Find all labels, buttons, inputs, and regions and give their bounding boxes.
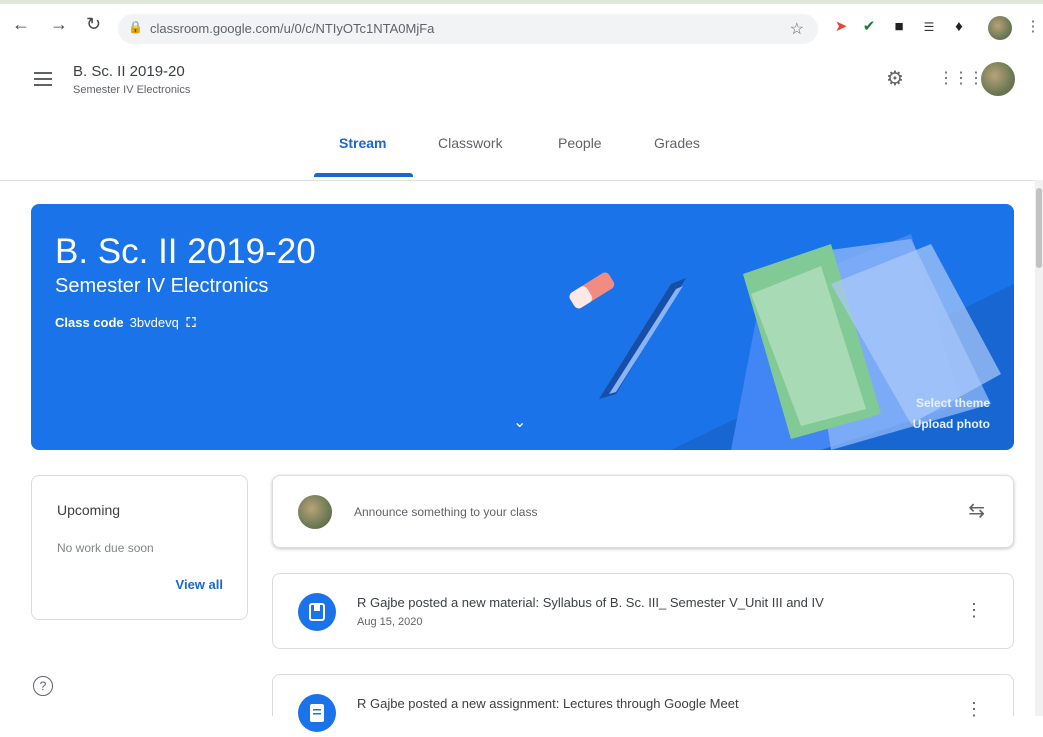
material-icon	[298, 593, 336, 631]
more-options-icon[interactable]: ⋮	[965, 699, 983, 720]
banner-title: B. Sc. II 2019-20	[55, 232, 316, 271]
user-avatar	[298, 495, 332, 529]
help-icon[interactable]: ?	[33, 676, 53, 696]
announce-box[interactable]: Announce something to your class ⇆	[272, 475, 1014, 548]
menu-icon[interactable]	[34, 72, 52, 90]
class-code: Class code 3bvdevq ⛶	[55, 315, 196, 331]
puzzle-icon[interactable]: ♦	[950, 18, 968, 36]
active-tab-indicator	[314, 173, 413, 177]
check-extension-icon[interactable]: ✔	[860, 18, 878, 36]
chevron-down-icon[interactable]: ⌄	[513, 412, 526, 432]
select-theme-link[interactable]: Select theme	[916, 396, 990, 410]
page-scrollbar[interactable]	[1035, 180, 1043, 716]
class-subtitle: Semester IV Electronics	[73, 84, 191, 96]
extension-icon[interactable]: ➤	[832, 18, 850, 36]
assignment-icon	[298, 694, 336, 732]
post-date: Aug 15, 2020	[357, 616, 423, 628]
back-icon[interactable]: ←	[12, 14, 30, 35]
view-all-link[interactable]: View all	[176, 577, 223, 592]
tab-stream[interactable]: Stream	[339, 135, 386, 151]
upcoming-text: No work due soon	[57, 541, 154, 555]
class-banner: B. Sc. II 2019-20 Semester IV Electronic…	[31, 204, 1014, 450]
account-avatar[interactable]	[981, 62, 1015, 96]
browser-toolbar: ← → ↻ 🔒 classroom.google.com/u/0/c/NTIyO…	[0, 0, 1043, 46]
tab-people[interactable]: People	[558, 135, 602, 151]
more-options-icon[interactable]: ⋮	[965, 600, 983, 621]
class-code-value: 3bvdevq	[129, 315, 179, 330]
gear-icon[interactable]: ⚙	[886, 66, 904, 91]
class-title[interactable]: B. Sc. II 2019-20	[73, 63, 185, 80]
class-code-label: Class code	[55, 315, 124, 330]
stream-post[interactable]: R Gajbe posted a new assignment: Lecture…	[272, 674, 1014, 732]
classroom-header: B. Sc. II 2019-20 Semester IV Electronic…	[0, 46, 1035, 181]
announce-placeholder[interactable]: Announce something to your class	[354, 505, 537, 519]
star-icon[interactable]: ☆	[790, 19, 804, 39]
url-text: classroom.google.com/u/0/c/NTIyOTc1NTA0M…	[150, 21, 435, 36]
repost-icon[interactable]: ⇆	[968, 498, 985, 523]
bug-extension-icon[interactable]: ■	[890, 18, 908, 36]
upload-photo-link[interactable]: Upload photo	[913, 417, 990, 431]
tab-classwork[interactable]: Classwork	[438, 135, 503, 151]
post-title[interactable]: R Gajbe posted a new material: Syllabus …	[357, 595, 824, 610]
banner-subtitle: Semester IV Electronics	[55, 275, 269, 297]
upcoming-title: Upcoming	[57, 502, 121, 518]
browser-menu-icon[interactable]: ⋮	[1024, 18, 1042, 36]
post-title[interactable]: R Gajbe posted a new assignment: Lecture…	[357, 696, 739, 711]
tab-grades[interactable]: Grades	[654, 135, 700, 151]
fullscreen-icon[interactable]: ⛶	[186, 315, 195, 330]
stream-post[interactable]: R Gajbe posted a new material: Syllabus …	[272, 573, 1014, 649]
lock-icon: 🔒	[128, 20, 143, 34]
apps-grid-icon[interactable]: ⋮⋮⋮	[938, 68, 984, 88]
translate-extension-icon[interactable]: ☰	[920, 18, 938, 36]
address-bar[interactable]: 🔒 classroom.google.com/u/0/c/NTIyOTc1NTA…	[118, 14, 818, 44]
browser-profile-avatar[interactable]	[988, 16, 1012, 40]
upcoming-card: Upcoming No work due soon View all	[31, 475, 248, 620]
forward-icon[interactable]: →	[50, 14, 68, 35]
reload-icon[interactable]: ↻	[86, 14, 101, 35]
